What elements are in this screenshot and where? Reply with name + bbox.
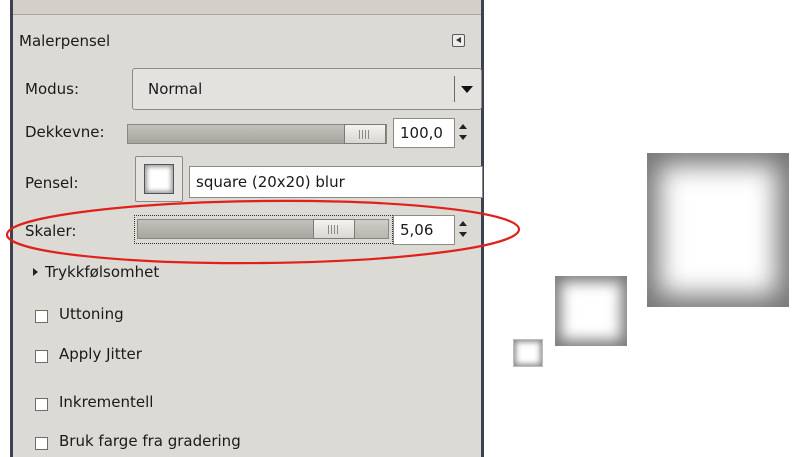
scale-spin-input[interactable]: 5,06 (393, 215, 455, 245)
scale-slider-fill (138, 220, 313, 238)
spin-up-icon[interactable] (459, 221, 467, 226)
paintbrush-tool-options-panel: Malerpensel Modus: Normal Dekkevne: 100,… (10, 0, 484, 457)
brush-stroke-small (513, 339, 543, 367)
opacity-label: Dekkevne: (25, 123, 105, 141)
scale-slider[interactable] (137, 219, 389, 239)
opacity-spin-input[interactable]: 100,0 (393, 118, 455, 148)
tab-menu-icon[interactable] (452, 34, 465, 47)
opacity-slider[interactable] (127, 124, 387, 144)
pressure-sensitivity-expander[interactable]: Trykkfølsomhet (45, 263, 159, 281)
chevron-down-icon (461, 86, 473, 93)
opacity-slider-handle[interactable] (344, 124, 386, 144)
brush-select-button[interactable] (135, 156, 183, 202)
apply-jitter-checkbox[interactable] (35, 350, 48, 363)
opacity-value: 100,0 (400, 124, 443, 142)
spin-down-icon[interactable] (459, 232, 467, 237)
panel-title: Malerpensel (19, 32, 111, 50)
panel-top-strip (13, 0, 481, 15)
scale-label: Skaler: (25, 222, 77, 240)
panel-title-row: Malerpensel (19, 28, 473, 54)
mode-label: Modus: (25, 80, 80, 98)
mode-dropdown[interactable]: Normal (132, 68, 482, 110)
opacity-slider-fill (128, 125, 344, 143)
scale-slider-handle[interactable] (313, 219, 355, 239)
fade-checkbox[interactable] (35, 310, 48, 323)
use-color-from-gradient-label[interactable]: Bruk farge fra gradering (59, 432, 241, 450)
mode-dropdown-value: Normal (148, 80, 203, 98)
fade-label[interactable]: Uttoning (59, 305, 124, 323)
brush-name-field[interactable]: square (20x20) blur (189, 166, 483, 198)
incremental-label[interactable]: Inkrementell (59, 393, 153, 411)
brush-stroke-medium (555, 276, 627, 346)
expander-arrow-icon[interactable] (33, 268, 38, 276)
apply-jitter-label[interactable]: Apply Jitter (59, 345, 142, 363)
scale-value: 5,06 (400, 221, 434, 239)
dropdown-separator (454, 76, 455, 102)
incremental-checkbox[interactable] (35, 398, 48, 411)
spin-down-icon[interactable] (459, 135, 467, 140)
spin-up-icon[interactable] (459, 124, 467, 129)
brush-stroke-large (647, 153, 789, 307)
opacity-spin-buttons[interactable] (458, 118, 470, 148)
brush-label: Pensel: (25, 174, 79, 192)
brush-preview (144, 164, 174, 194)
brush-name: square (20x20) blur (196, 173, 345, 191)
scale-spin-buttons[interactable] (458, 215, 470, 245)
use-color-from-gradient-checkbox[interactable] (35, 437, 48, 450)
